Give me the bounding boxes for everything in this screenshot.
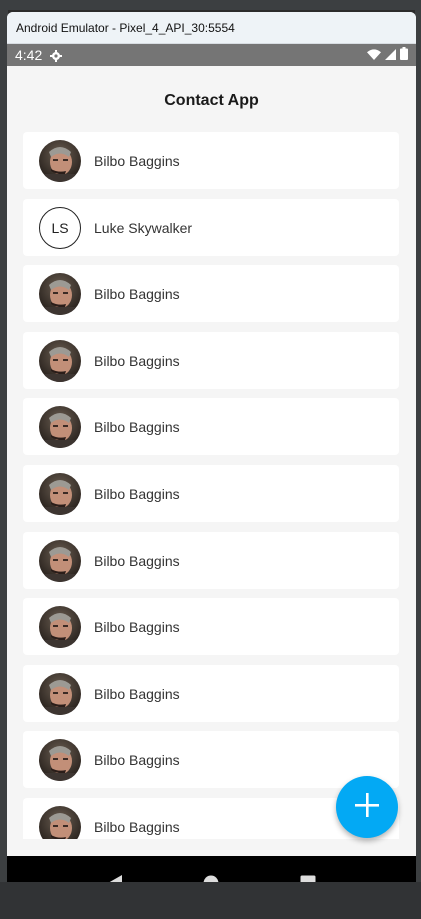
contact-avatar-initials: LS bbox=[39, 206, 81, 249]
contact-avatar bbox=[39, 672, 81, 715]
status-bar: 4:42 bbox=[7, 44, 416, 66]
ide-background-bottom bbox=[0, 882, 421, 919]
contact-card[interactable]: Bilbo Baggins bbox=[23, 332, 399, 389]
contact-avatar bbox=[39, 605, 81, 648]
emulator-title: Android Emulator - Pixel_4_API_30:5554 bbox=[16, 20, 235, 35]
contact-name: Bilbo Baggins bbox=[94, 685, 180, 702]
status-time: 4:42 bbox=[15, 47, 43, 63]
contact-avatar bbox=[39, 339, 81, 382]
emulator-titlebar[interactable]: Android Emulator - Pixel_4_API_30:5554 bbox=[7, 12, 416, 44]
add-contact-button[interactable] bbox=[336, 776, 398, 838]
contact-card[interactable]: Bilbo Baggins bbox=[23, 598, 399, 655]
system-nav-bar bbox=[7, 856, 416, 882]
contact-card[interactable]: Bilbo Baggins bbox=[23, 398, 399, 455]
recents-icon[interactable] bbox=[300, 875, 316, 882]
contact-name: Bilbo Baggins bbox=[94, 818, 180, 835]
home-icon[interactable] bbox=[203, 875, 219, 882]
contact-name: Bilbo Baggins bbox=[94, 418, 180, 435]
contact-avatar bbox=[39, 539, 81, 582]
contact-avatar bbox=[39, 139, 81, 182]
contact-name: Luke Skywalker bbox=[94, 219, 193, 236]
contact-name: Bilbo Baggins bbox=[94, 285, 180, 302]
contact-name: Bilbo Baggins bbox=[94, 152, 180, 169]
app-title: Contact App bbox=[164, 92, 259, 109]
battery-icon bbox=[400, 47, 408, 63]
settings-gear-icon bbox=[50, 49, 63, 62]
contact-name: Bilbo Baggins bbox=[94, 485, 180, 502]
contact-avatar bbox=[39, 472, 81, 515]
wifi-icon bbox=[367, 47, 381, 63]
contact-name: Bilbo Baggins bbox=[94, 552, 180, 569]
contact-avatar bbox=[39, 405, 81, 448]
contact-card[interactable]: Bilbo Baggins bbox=[23, 731, 399, 788]
contact-name: Bilbo Baggins bbox=[94, 751, 180, 768]
contact-card[interactable]: Bilbo Baggins bbox=[23, 465, 399, 522]
contact-card[interactable]: Bilbo Baggins bbox=[23, 132, 399, 189]
app-bar: Contact App bbox=[7, 66, 416, 112]
contact-name: Bilbo Baggins bbox=[94, 618, 180, 635]
contact-avatar bbox=[39, 738, 81, 781]
contact-card[interactable]: Bilbo Baggins bbox=[23, 265, 399, 322]
phone-screen: 4:42 Contact App Bilbo Baggins LS Luke S… bbox=[7, 44, 416, 882]
contact-card[interactable]: LS Luke Skywalker bbox=[23, 199, 399, 256]
emulator-window: Android Emulator - Pixel_4_API_30:5554 4… bbox=[7, 12, 416, 882]
contact-avatar bbox=[39, 805, 81, 839]
contact-name: Bilbo Baggins bbox=[94, 352, 180, 369]
plus-icon bbox=[355, 792, 379, 822]
contact-card[interactable]: Bilbo Baggins bbox=[23, 532, 399, 589]
contact-avatar bbox=[39, 272, 81, 315]
contact-list[interactable]: Bilbo Baggins LS Luke Skywalker Bilbo Baggi… bbox=[23, 132, 399, 839]
back-icon[interactable] bbox=[107, 874, 123, 882]
cell-signal-icon bbox=[385, 47, 396, 63]
ide-background-top bbox=[0, 0, 421, 10]
contact-card[interactable]: Bilbo Baggins bbox=[23, 665, 399, 722]
